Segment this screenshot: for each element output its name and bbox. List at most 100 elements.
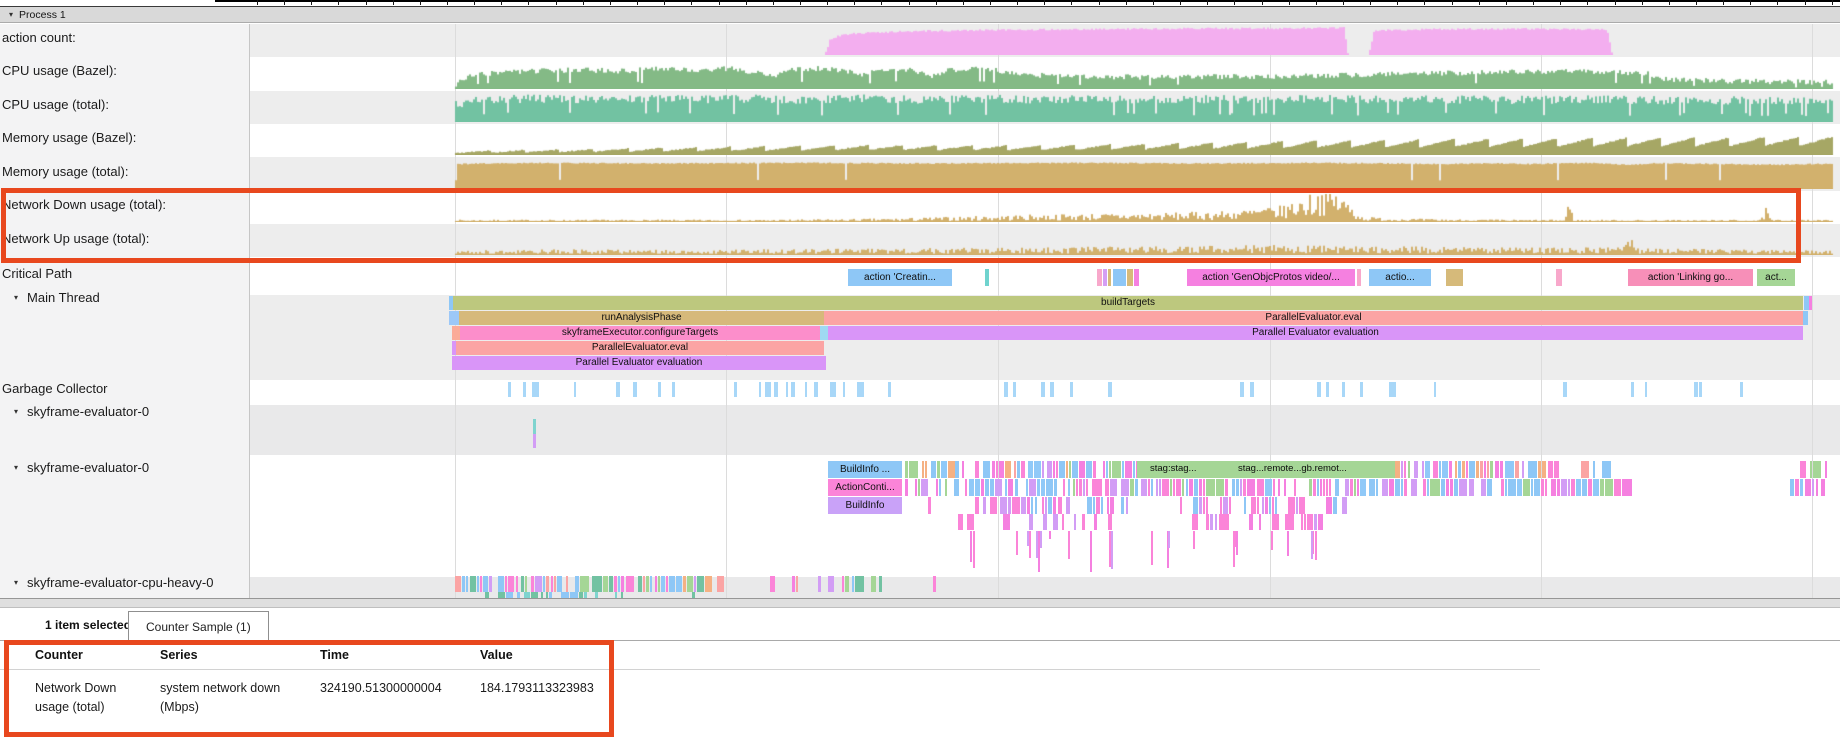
slice[interactable] [1582, 479, 1587, 496]
slice[interactable] [1028, 461, 1033, 478]
slice[interactable] [1450, 479, 1453, 496]
slice[interactable] [1079, 461, 1085, 478]
slice[interactable] [1068, 479, 1070, 496]
slice[interactable] [1395, 461, 1400, 478]
panel-divider[interactable] [0, 598, 1840, 608]
slice[interactable] [533, 434, 536, 448]
slice[interactable] [1029, 531, 1031, 558]
slice[interactable] [1236, 531, 1238, 555]
slice[interactable] [1272, 497, 1274, 514]
slice[interactable] [1046, 479, 1053, 496]
slice[interactable] [697, 576, 704, 592]
slice[interactable] [1092, 479, 1102, 496]
slice[interactable] [842, 576, 844, 592]
expand-arrow-icon[interactable]: ▾ [14, 293, 18, 302]
slice[interactable] [1122, 461, 1124, 478]
slice[interactable] [1795, 479, 1799, 496]
slice[interactable] [1304, 514, 1306, 530]
slice[interactable] [936, 479, 938, 496]
sidebar-item-memory-usage-bazel[interactable]: Memory usage (Bazel): [2, 130, 136, 145]
slice[interactable]: ParallelEvaluator.eval [824, 311, 1803, 325]
slice[interactable]: actio... [1369, 269, 1431, 286]
slice[interactable] [1803, 311, 1808, 325]
slice[interactable] [828, 576, 834, 592]
slice[interactable] [646, 576, 649, 592]
slice[interactable] [1500, 461, 1503, 478]
slice[interactable] [1048, 497, 1052, 514]
slice[interactable] [705, 576, 712, 592]
slice[interactable] [452, 326, 460, 340]
slice[interactable] [1389, 479, 1394, 496]
slice[interactable] [489, 576, 492, 592]
slice[interactable] [655, 576, 657, 592]
expand-arrow-icon[interactable]: ▾ [14, 463, 18, 472]
slice[interactable] [1323, 479, 1325, 496]
slice[interactable] [1548, 461, 1553, 478]
slice[interactable] [1508, 479, 1516, 496]
slice[interactable] [1008, 479, 1013, 496]
slice[interactable] [1821, 479, 1825, 496]
slice[interactable] [905, 479, 908, 496]
slice[interactable] [1234, 531, 1236, 547]
slice[interactable] [1210, 514, 1213, 530]
slice[interactable] [1111, 531, 1113, 569]
slice[interactable] [1538, 461, 1541, 478]
slice[interactable]: Parallel Evaluator evaluation [828, 326, 1803, 340]
slice[interactable] [1313, 479, 1316, 496]
slice[interactable] [1523, 479, 1530, 496]
slice[interactable] [796, 576, 798, 592]
slice[interactable] [1244, 497, 1246, 514]
slice[interactable]: ActionConti... [828, 479, 902, 496]
gc-slice[interactable] [1050, 382, 1054, 397]
slice[interactable] [1240, 479, 1242, 496]
slice[interactable] [1296, 497, 1298, 514]
slice[interactable] [1790, 479, 1794, 496]
slice[interactable]: buildTargets [453, 296, 1803, 310]
slice[interactable] [1151, 479, 1153, 496]
slice[interactable] [1422, 461, 1424, 478]
slice[interactable] [1285, 514, 1294, 530]
slice[interactable] [1053, 497, 1056, 514]
slice[interactable] [1103, 461, 1105, 478]
slice[interactable] [1272, 514, 1279, 530]
slice[interactable] [1069, 461, 1071, 478]
slice[interactable] [1600, 479, 1604, 496]
slice[interactable] [1555, 461, 1557, 478]
slice[interactable] [922, 461, 924, 478]
sidebar-item-skyframe-evaluator-0[interactable]: ▾skyframe-evaluator-0 [14, 460, 149, 475]
slice[interactable] [975, 497, 979, 514]
slice[interactable] [1109, 531, 1111, 567]
slice[interactable] [1414, 461, 1418, 478]
slice[interactable] [477, 576, 479, 592]
slice[interactable] [818, 576, 821, 592]
slice[interactable] [990, 497, 997, 514]
slice[interactable] [1168, 531, 1170, 548]
slice[interactable] [1531, 479, 1533, 496]
slice[interactable] [521, 576, 524, 592]
slice[interactable] [1376, 479, 1378, 496]
slice[interactable] [1326, 479, 1328, 496]
slice[interactable] [969, 479, 974, 496]
slice[interactable] [1425, 461, 1430, 478]
slice[interactable]: skyframeExecutor.configureTargets [460, 326, 820, 340]
slice[interactable] [1079, 479, 1082, 496]
slice[interactable] [905, 461, 908, 478]
slice[interactable] [1126, 497, 1128, 514]
sidebar-item-main-thread[interactable]: ▾Main Thread [14, 290, 100, 305]
slice[interactable] [1216, 479, 1224, 496]
slice[interactable] [1074, 514, 1076, 530]
slice[interactable] [1021, 461, 1025, 478]
slice[interactable] [1265, 497, 1268, 514]
slice[interactable] [958, 514, 963, 530]
sidebar-item-cpu-usage-total[interactable]: CPU usage (total): [2, 97, 109, 112]
gc-slice[interactable] [508, 382, 511, 397]
slice[interactable] [1541, 479, 1544, 496]
slice[interactable] [1602, 461, 1611, 478]
slice[interactable] [1522, 461, 1524, 478]
slice[interactable] [1517, 479, 1522, 496]
gc-slice[interactable] [1041, 382, 1045, 397]
slice[interactable] [918, 479, 920, 496]
slice[interactable] [1487, 479, 1492, 496]
expand-arrow-icon[interactable]: ▾ [14, 407, 18, 416]
slice[interactable] [845, 576, 849, 592]
